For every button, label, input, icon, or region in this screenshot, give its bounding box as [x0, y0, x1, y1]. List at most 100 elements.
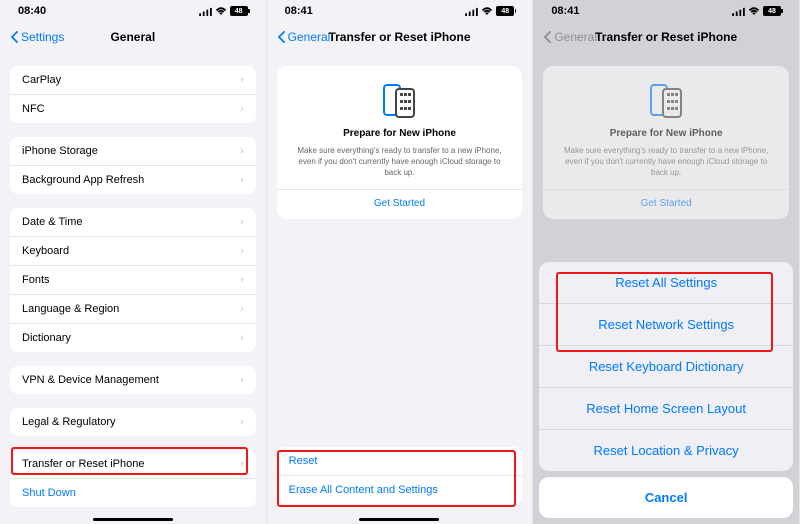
row-label: Transfer or Reset iPhone	[22, 458, 144, 470]
sheet-options: Reset All SettingsReset Network Settings…	[539, 262, 793, 471]
card-icons	[557, 82, 775, 118]
row-label: Legal & Regulatory	[22, 416, 116, 428]
wifi-icon	[481, 7, 493, 16]
chevron-right-icon: ›	[240, 303, 244, 315]
row-label: Background App Refresh	[22, 174, 144, 186]
sheet-option[interactable]: Reset All Settings	[539, 262, 793, 304]
cellular-icon	[465, 7, 478, 16]
back-button[interactable]: General	[277, 30, 331, 44]
sheet-option[interactable]: Reset Location & Privacy	[539, 430, 793, 471]
battery-icon: 48	[230, 6, 248, 16]
prepare-card-dimmed: Prepare for New iPhone Make sure everyth…	[543, 66, 789, 219]
settings-group: Legal & Regulatory ›	[10, 408, 256, 436]
settings-row[interactable]: Shut Down	[10, 479, 256, 507]
nav-bar: General Transfer or Reset iPhone	[267, 22, 533, 52]
home-indicator	[93, 518, 173, 521]
settings-row[interactable]: CarPlay ›	[10, 66, 256, 95]
settings-row[interactable]: NFC ›	[10, 95, 256, 123]
cellular-icon	[199, 7, 212, 16]
chevron-right-icon: ›	[240, 274, 244, 286]
chevron-right-icon: ›	[240, 374, 244, 386]
back-button[interactable]: Settings	[10, 30, 64, 44]
screen-transfer-reset: 08:41 48 General Transfer or Reset iPhon…	[267, 0, 534, 524]
settings-row[interactable]: Fonts ›	[10, 266, 256, 295]
home-indicator	[359, 518, 439, 521]
screen-reset-sheet: 08:41 48 General Transfer or Reset iPhon…	[533, 0, 800, 524]
phone-apps-icon	[662, 88, 682, 118]
row-label: Erase All Content and Settings	[289, 484, 438, 496]
card-desc: Make sure everything's ready to transfer…	[291, 145, 509, 179]
back-label: General	[554, 30, 597, 44]
battery-icon: 48	[763, 6, 781, 16]
chevron-right-icon: ›	[240, 74, 244, 86]
get-started-link: Get Started	[543, 189, 789, 209]
settings-row[interactable]: Background App Refresh ›	[10, 166, 256, 194]
chevron-right-icon: ›	[240, 216, 244, 228]
card-title: Prepare for New iPhone	[557, 128, 775, 139]
status-time: 08:40	[18, 5, 46, 17]
status-time: 08:41	[551, 5, 579, 17]
back-label: General	[288, 30, 331, 44]
settings-row[interactable]: iPhone Storage›	[10, 137, 256, 166]
back-label: Settings	[21, 30, 64, 44]
phone-apps-icon	[395, 88, 415, 118]
chevron-right-icon: ›	[240, 145, 244, 157]
settings-row[interactable]: Legal & Regulatory ›	[10, 408, 256, 436]
cellular-icon	[732, 7, 745, 16]
status-bar: 08:40 48	[0, 0, 266, 22]
row-label: Dictionary	[22, 332, 71, 344]
settings-group: Transfer or Reset iPhone › Shut Down	[10, 450, 256, 507]
status-right: 48	[732, 6, 781, 16]
row-label: CarPlay	[22, 74, 61, 86]
get-started-link[interactable]: Get Started	[277, 189, 523, 209]
chevron-right-icon: ›	[240, 245, 244, 257]
battery-icon: 48	[496, 6, 514, 16]
chevron-right-icon: ›	[240, 416, 244, 428]
nav-bar: General Transfer or Reset iPhone	[533, 22, 799, 52]
row-label: Keyboard	[22, 245, 69, 257]
chevron-left-icon	[10, 31, 19, 43]
settings-row[interactable]: Dictionary›	[10, 324, 256, 352]
settings-group: iPhone Storage› Background App Refresh ›	[10, 137, 256, 194]
bottom-actions: Reset Erase All Content and Settings	[277, 447, 523, 504]
chevron-right-icon: ›	[240, 174, 244, 186]
wifi-icon	[748, 7, 760, 16]
chevron-right-icon: ›	[240, 458, 244, 470]
back-button: General	[543, 30, 597, 44]
row-label: Reset	[289, 455, 318, 467]
row-label: Date & Time	[22, 216, 83, 228]
prepare-card: Prepare for New iPhone Make sure everyth…	[277, 66, 523, 219]
settings-row[interactable]: Keyboard ›	[10, 237, 256, 266]
settings-group: CarPlay › NFC ›	[10, 66, 256, 123]
sheet-option[interactable]: Reset Keyboard Dictionary	[539, 346, 793, 388]
screen-general-settings: 08:40 48 Settings General CarPlay›NFC›iP…	[0, 0, 267, 524]
chevron-left-icon	[543, 31, 552, 43]
chevron-right-icon: ›	[240, 103, 244, 115]
settings-row[interactable]: Date & Time ›	[10, 208, 256, 237]
row-label: Fonts	[22, 274, 50, 286]
nav-bar: Settings General	[0, 22, 266, 52]
row-label: Language & Region	[22, 303, 119, 315]
settings-row[interactable]: Language & Region ›	[10, 295, 256, 324]
card-desc: Make sure everything's ready to transfer…	[557, 145, 775, 179]
reset-button[interactable]: Reset	[277, 447, 523, 476]
settings-group: VPN & Device Management ›	[10, 366, 256, 394]
status-time: 08:41	[285, 5, 313, 17]
status-bar: 08:41 48	[267, 0, 533, 22]
status-bar: 08:41 48	[533, 0, 799, 22]
erase-all-button[interactable]: Erase All Content and Settings	[277, 476, 523, 504]
cancel-button[interactable]: Cancel	[539, 477, 793, 518]
settings-group: Date & Time›Keyboard›Fonts›Language & Re…	[10, 208, 256, 352]
settings-row[interactable]: Transfer or Reset iPhone ›	[10, 450, 256, 479]
wifi-icon	[215, 7, 227, 16]
row-label: Shut Down	[22, 487, 76, 499]
content: CarPlay›NFC›iPhone Storage›Background Ap…	[0, 66, 266, 507]
card-title: Prepare for New iPhone	[291, 128, 509, 139]
sheet-option[interactable]: Reset Home Screen Layout	[539, 388, 793, 430]
row-label: VPN & Device Management	[22, 374, 159, 386]
settings-row[interactable]: VPN & Device Management ›	[10, 366, 256, 394]
sheet-option[interactable]: Reset Network Settings	[539, 304, 793, 346]
row-label: NFC	[22, 103, 45, 115]
chevron-left-icon	[277, 31, 286, 43]
card-icons	[291, 82, 509, 118]
